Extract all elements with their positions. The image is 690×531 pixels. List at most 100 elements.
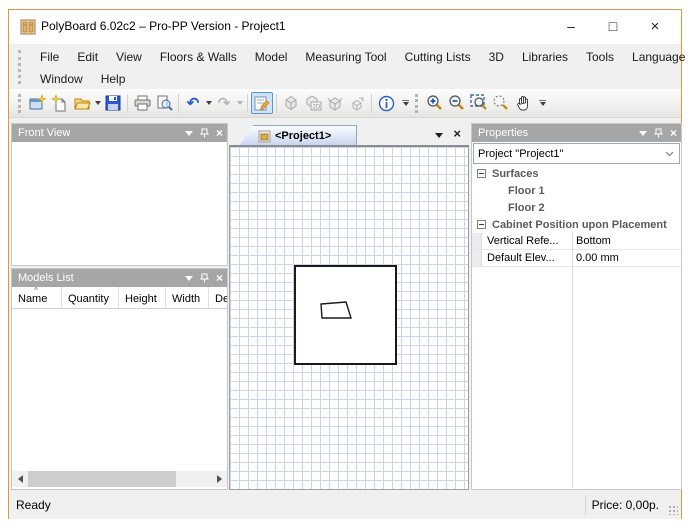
redo-dropdown[interactable] (235, 92, 244, 114)
panel-menu-icon[interactable] (638, 130, 647, 136)
column-header-width[interactable]: Width (166, 287, 209, 308)
tree-group-cabinet-position[interactable]: Cabinet Position upon Placement (472, 216, 681, 233)
tree-item-floor-1[interactable]: Floor 1 (472, 182, 681, 199)
cube-3d-icon (282, 94, 300, 112)
zoom-window-button[interactable] (468, 92, 490, 114)
menu-drag-handle[interactable] (18, 50, 21, 84)
panel-menu-icon[interactable] (184, 275, 193, 281)
close-icon[interactable]: × (670, 124, 677, 142)
cube-open-icon (326, 94, 344, 112)
collapse-icon[interactable] (477, 220, 486, 229)
export-3d-button[interactable] (346, 92, 368, 114)
tab-list-dropdown-icon[interactable] (435, 133, 443, 138)
column-header-quantity[interactable]: Quantity (62, 287, 119, 308)
selector-value: Project "Project1" (478, 147, 564, 160)
menu-help[interactable]: Help (92, 69, 135, 89)
chevron-down-icon (539, 102, 546, 106)
polyboard-logo-icon (20, 19, 36, 35)
column-header-height[interactable]: Height (119, 287, 166, 308)
menu-tools[interactable]: Tools (577, 47, 623, 67)
property-row-vertical-reference[interactable]: Vertical Refe... Bottom (472, 233, 681, 250)
open-dropdown[interactable] (93, 92, 102, 114)
close-icon[interactable]: × (216, 269, 223, 287)
title-bar: PolyBoard 6.02c2 – Pro-PP Version - Proj… (9, 10, 681, 44)
menu-measuring-tool[interactable]: Measuring Tool (296, 47, 395, 67)
zoom-toolbar-options-button[interactable] (536, 92, 549, 114)
pin-icon[interactable] (199, 273, 209, 283)
svg-text:2D: 2D (313, 105, 321, 111)
menu-libraries[interactable]: Libraries (513, 47, 577, 67)
models-list-hscrollbar[interactable] (12, 471, 227, 487)
property-value[interactable]: 0.00 mm (576, 252, 619, 264)
properties-header[interactable]: Properties × (472, 124, 681, 142)
panel-menu-icon[interactable] (184, 130, 193, 136)
tree-group-surfaces[interactable]: Surfaces (472, 165, 681, 182)
tab-close-icon[interactable]: × (453, 126, 461, 141)
open-3d-button[interactable] (324, 92, 346, 114)
pan-button[interactable] (512, 92, 534, 114)
property-row-default-elevation[interactable]: Default Elev... 0.00 mm (472, 250, 681, 267)
close-button[interactable]: × (635, 10, 675, 43)
undo-dropdown[interactable] (204, 92, 213, 114)
redo-button[interactable]: ↷ (213, 92, 235, 114)
zoom-window-icon (470, 94, 488, 112)
pin-icon[interactable] (653, 128, 663, 138)
toolbar-drag-handle[interactable] (18, 93, 24, 113)
new-project-button[interactable] (27, 92, 49, 114)
toolbar-options-button[interactable] (399, 92, 412, 114)
pin-icon[interactable] (199, 128, 209, 138)
menu-floors-walls[interactable]: Floors & Walls (151, 47, 246, 67)
save-button[interactable] (102, 92, 124, 114)
zoom-toolbar-drag-handle[interactable] (415, 93, 421, 113)
tree-item-floor-2[interactable]: Floor 2 (472, 199, 681, 216)
properties-icon (254, 95, 271, 112)
render-3d-button[interactable] (280, 92, 302, 114)
zoom-out-icon (448, 94, 466, 112)
menu-file[interactable]: File (31, 47, 68, 67)
column-header-name[interactable]: ^ Name (12, 287, 62, 308)
project-tab-icon (258, 130, 271, 143)
scroll-right-icon[interactable] (211, 471, 227, 487)
new-model-button[interactable] (49, 92, 71, 114)
chevron-down-icon (236, 101, 243, 105)
close-icon[interactable]: × (216, 124, 223, 142)
info-button[interactable] (375, 92, 397, 114)
maximize-button[interactable]: □ (593, 10, 633, 43)
pan-hand-icon (514, 94, 532, 112)
toolbar-separator (247, 93, 248, 113)
print-preview-button[interactable] (153, 92, 175, 114)
zoom-dynamic-button[interactable] (490, 92, 512, 114)
toolbar: ↶ ↷ 2D (9, 89, 681, 118)
properties-button[interactable] (251, 92, 273, 114)
column-header-depth[interactable]: Dep (209, 287, 227, 308)
view-2d-3d-button[interactable]: 2D (302, 92, 324, 114)
tab-project1[interactable]: <Project1> (239, 125, 357, 147)
scrollbar-thumb[interactable] (28, 471, 176, 487)
front-view-header[interactable]: Front View × (12, 124, 227, 142)
menu-window[interactable]: Window (31, 69, 92, 89)
chevron-down-icon (665, 151, 674, 157)
menu-edit[interactable]: Edit (68, 47, 107, 67)
undo-button[interactable]: ↶ (182, 92, 204, 114)
models-list-header[interactable]: Models List × (12, 269, 227, 287)
zoom-in-button[interactable] (424, 92, 446, 114)
minimize-button[interactable]: – (551, 10, 591, 43)
menu-language[interactable]: Language (623, 47, 690, 67)
menu-view[interactable]: View (107, 47, 151, 67)
property-name: Default Elev... (487, 252, 555, 264)
menu-cutting-lists[interactable]: Cutting Lists (396, 47, 480, 67)
zoom-in-icon (426, 94, 444, 112)
zoom-out-button[interactable] (446, 92, 468, 114)
front-view-title: Front View (18, 127, 71, 139)
collapse-icon[interactable] (477, 169, 486, 178)
plan-canvas[interactable] (229, 147, 469, 490)
scroll-left-icon[interactable] (12, 471, 28, 487)
print-button[interactable] (131, 92, 153, 114)
room-outline-square[interactable] (294, 265, 397, 365)
resize-grip[interactable] (668, 505, 678, 515)
menu-model[interactable]: Model (246, 47, 297, 67)
property-value[interactable]: Bottom (576, 235, 611, 247)
menu-3d[interactable]: 3D (480, 47, 513, 67)
object-selector-combobox[interactable]: Project "Project1" (473, 143, 680, 164)
open-button[interactable] (71, 92, 93, 114)
